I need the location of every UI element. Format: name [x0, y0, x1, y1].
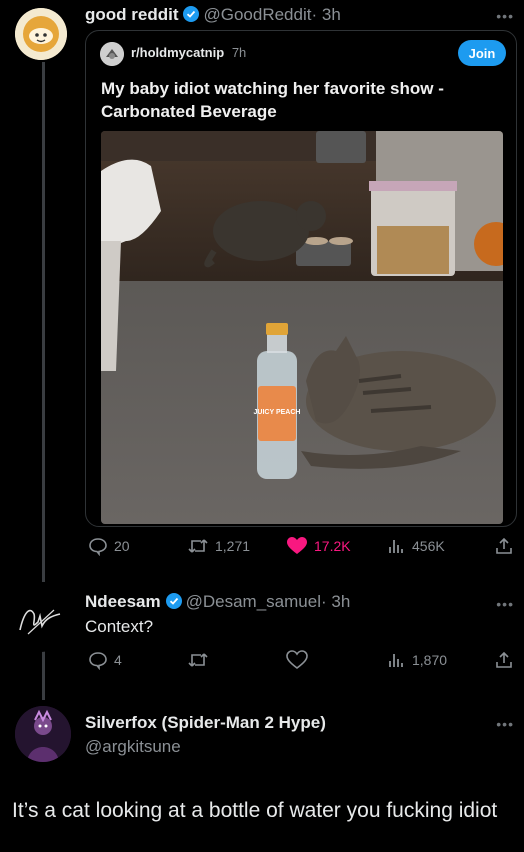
reply1-views-count: 1,870 [412, 652, 448, 668]
quoted-post-title: My baby idiot watching her favorite show… [101, 79, 444, 121]
verified-icon [165, 593, 182, 609]
reply1-views-button[interactable]: 1,870 [386, 650, 447, 670]
thread-line-top [42, 62, 45, 582]
more-icon[interactable]: ••• [496, 8, 514, 24]
reply2-author-handle[interactable]: @argkitsune [85, 737, 181, 757]
quoted-post-card[interactable]: r/holdmycatnip 7h Join My baby idiot wat… [85, 30, 517, 527]
views-button[interactable]: 456K [386, 536, 445, 556]
subreddit-time: 7h [231, 45, 247, 60]
reply1-text: Context? [85, 617, 154, 636]
subreddit-line: r/holdmycatnip 7h [131, 45, 246, 60]
reply1-header: Ndeesam @Desam_samuel· 3h [85, 592, 350, 612]
thread-line-middle [42, 650, 45, 700]
repost-icon [188, 539, 208, 553]
repost-icon [188, 653, 208, 667]
post-header: good reddit @GoodReddit· 3h [85, 5, 341, 25]
bottle-label: JUICY PEACH [254, 409, 301, 416]
reply2-avatar[interactable] [15, 706, 71, 762]
like-icon [286, 650, 308, 670]
views-count: 456K [412, 538, 445, 554]
reply1-avatar[interactable] [10, 592, 70, 652]
repost-count: 1,271 [215, 538, 251, 554]
views-icon [389, 540, 403, 553]
reply1-repost-button[interactable] [187, 650, 209, 670]
reply1-reply-count: 4 [114, 652, 122, 668]
reply2-text: It’s a cat looking at a bottle of water … [12, 799, 498, 822]
more-icon[interactable]: ••• [496, 716, 514, 732]
author-avatar[interactable] [15, 8, 67, 60]
reply1-like-button[interactable] [286, 650, 308, 670]
reply1-share-button[interactable] [494, 650, 514, 670]
author-handle[interactable]: @GoodReddit [203, 5, 311, 24]
author-name[interactable]: good reddit [85, 5, 178, 24]
post-time: · 3h [311, 5, 341, 24]
reply1-reply-button[interactable]: 4 [88, 650, 122, 670]
like-button[interactable]: 17.2K [286, 536, 351, 556]
post-photo[interactable]: JUICY PEACH [101, 131, 503, 524]
reply1-author-name[interactable]: Ndeesam [85, 592, 161, 611]
reply1-author-handle[interactable]: @Desam_samuel [186, 592, 321, 611]
repost-button[interactable]: 1,271 [187, 536, 250, 556]
share-icon [496, 651, 512, 668]
like-icon [287, 537, 307, 554]
like-count: 17.2K [314, 538, 351, 554]
reply-count: 20 [114, 538, 130, 554]
share-button[interactable] [494, 536, 514, 556]
join-button[interactable]: Join [458, 40, 506, 66]
subreddit-avatar [100, 42, 124, 66]
reply-icon [89, 652, 107, 670]
reply1-time: · 3h [320, 592, 351, 611]
reply-button[interactable]: 20 [88, 536, 130, 556]
share-icon [496, 537, 512, 554]
reply2-author-name[interactable]: Silverfox (Spider-Man 2 Hype) [85, 713, 326, 733]
more-icon[interactable]: ••• [496, 596, 514, 612]
subreddit-name[interactable]: r/holdmycatnip [131, 45, 224, 60]
reply-icon [89, 538, 107, 556]
views-icon [389, 654, 403, 667]
verified-icon [183, 6, 200, 22]
